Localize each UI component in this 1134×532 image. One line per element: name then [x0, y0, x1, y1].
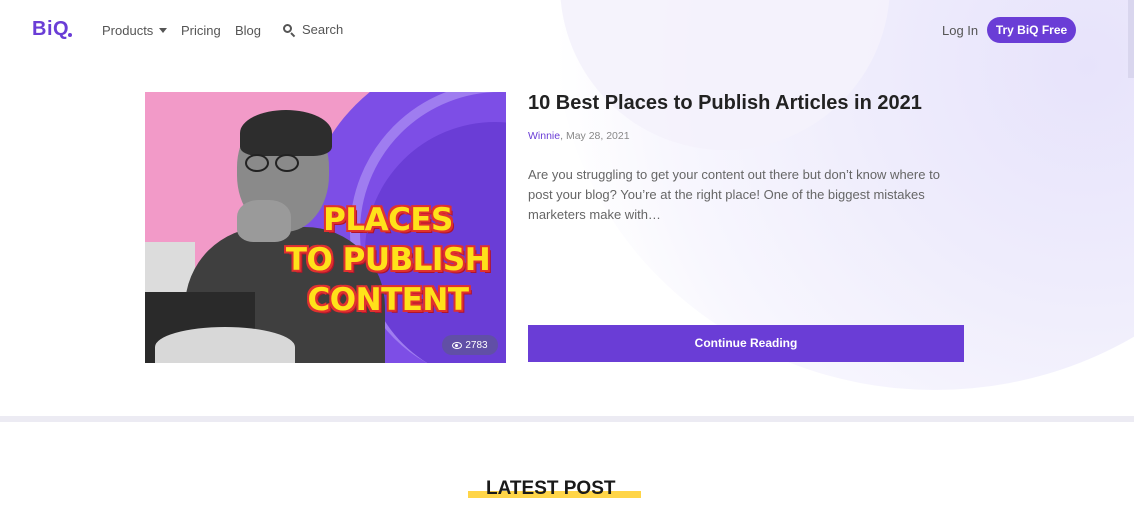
nav-search[interactable]: Search [282, 22, 343, 37]
top-navigation: BiQ Products Pricing Blog Search Log In … [0, 0, 1134, 62]
featured-post-image[interactable]: PLACES TO PUBLISH CONTENT [145, 92, 506, 363]
image-person-hair [240, 110, 332, 156]
image-headline-line-3: CONTENT [307, 282, 469, 318]
logo-dot [68, 33, 73, 37]
eye-icon [452, 341, 463, 349]
image-glasses-left [245, 154, 269, 172]
view-count-badge: 2783 [442, 335, 498, 355]
section-divider [0, 416, 1134, 422]
nav-blog[interactable]: Blog [235, 23, 261, 38]
image-headline-line-2: TO PUBLISH [285, 242, 491, 278]
try-free-button[interactable]: Try BiQ Free [987, 17, 1076, 43]
chevron-down-icon [159, 28, 168, 33]
nav-search-label: Search [302, 22, 344, 37]
image-headline-line-1: PLACES [323, 202, 453, 238]
post-author[interactable]: Winnie [528, 130, 560, 142]
brand-logo[interactable]: BiQ [32, 18, 73, 41]
latest-post-heading: LATEST POST [486, 478, 616, 499]
nav-products[interactable]: Products [102, 23, 168, 38]
post-title[interactable]: 10 Best Places to Publish Articles in 20… [528, 92, 922, 115]
image-crumpled-paper [155, 327, 295, 363]
latest-post-heading-block: LATEST POST [468, 478, 641, 506]
login-link[interactable]: Log In [942, 23, 978, 38]
nav-products-label: Products [102, 23, 154, 38]
continue-reading-button[interactable]: Continue Reading [528, 325, 964, 362]
search-icon [282, 23, 296, 37]
image-glasses-right [275, 154, 299, 172]
post-meta: Winnie, May 28, 2021 [528, 130, 630, 142]
post-date: , May 28, 2021 [560, 130, 630, 142]
post-excerpt: Are you struggling to get your content o… [528, 167, 940, 222]
logo-text: BiQ [32, 18, 70, 40]
nav-pricing[interactable]: Pricing [181, 23, 221, 38]
image-headline: PLACES TO PUBLISH CONTENT [273, 200, 503, 320]
view-count: 2783 [465, 339, 488, 351]
